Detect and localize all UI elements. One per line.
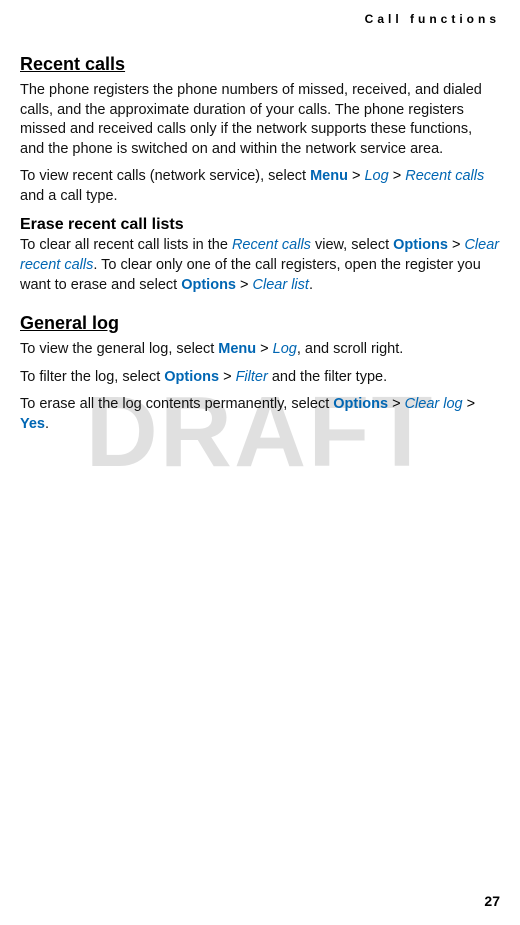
running-header: Call functions (365, 12, 500, 26)
text: and a call type. (20, 188, 118, 204)
text: To view the general log, select (20, 341, 218, 357)
paragraph: To view the general log, select Menu > L… (20, 340, 500, 360)
section-general-log: General log To view the general log, sel… (20, 313, 500, 434)
heading-recent-calls: Recent calls (20, 54, 500, 75)
page-content: Recent calls The phone registers the pho… (20, 54, 500, 434)
text: view, select (311, 237, 393, 253)
page-number: 27 (484, 893, 500, 909)
paragraph: To view recent calls (network service), … (20, 167, 500, 206)
recent-calls-keyword: Recent calls (405, 168, 484, 184)
text: To clear all recent call lists in the (20, 237, 232, 253)
paragraph: To erase all the log contents permanentl… (20, 395, 500, 434)
paragraph: To filter the log, select Options > Filt… (20, 368, 500, 388)
options-keyword: Options (164, 369, 219, 385)
separator: > (219, 369, 236, 385)
text: and the filter type. (268, 369, 387, 385)
filter-keyword: Filter (236, 369, 268, 385)
menu-keyword: Menu (218, 341, 256, 357)
log-keyword: Log (364, 168, 388, 184)
text: To filter the log, select (20, 369, 164, 385)
menu-keyword: Menu (310, 168, 348, 184)
paragraph: The phone registers the phone numbers of… (20, 81, 500, 159)
separator: > (389, 168, 406, 184)
separator: > (256, 341, 273, 357)
text: , and scroll right. (297, 341, 403, 357)
text: . (309, 277, 313, 293)
clear-list-keyword: Clear list (253, 277, 309, 293)
heading-erase-lists: Erase recent call lists (20, 216, 500, 234)
separator: > (348, 168, 365, 184)
paragraph: To clear all recent call lists in the Re… (20, 236, 500, 295)
text: . (45, 416, 49, 432)
options-keyword: Options (333, 396, 388, 412)
clear-log-keyword: Clear log (405, 396, 463, 412)
separator: > (448, 237, 465, 253)
section-recent-calls: Recent calls The phone registers the pho… (20, 54, 500, 295)
separator: > (236, 277, 253, 293)
options-keyword: Options (181, 277, 236, 293)
text: To erase all the log contents permanentl… (20, 396, 333, 412)
separator: > (463, 396, 476, 412)
separator: > (388, 396, 405, 412)
options-keyword: Options (393, 237, 448, 253)
heading-general-log: General log (20, 313, 500, 334)
text: To view recent calls (network service), … (20, 168, 310, 184)
yes-keyword: Yes (20, 416, 45, 432)
recent-calls-keyword: Recent calls (232, 237, 311, 253)
log-keyword: Log (273, 341, 297, 357)
